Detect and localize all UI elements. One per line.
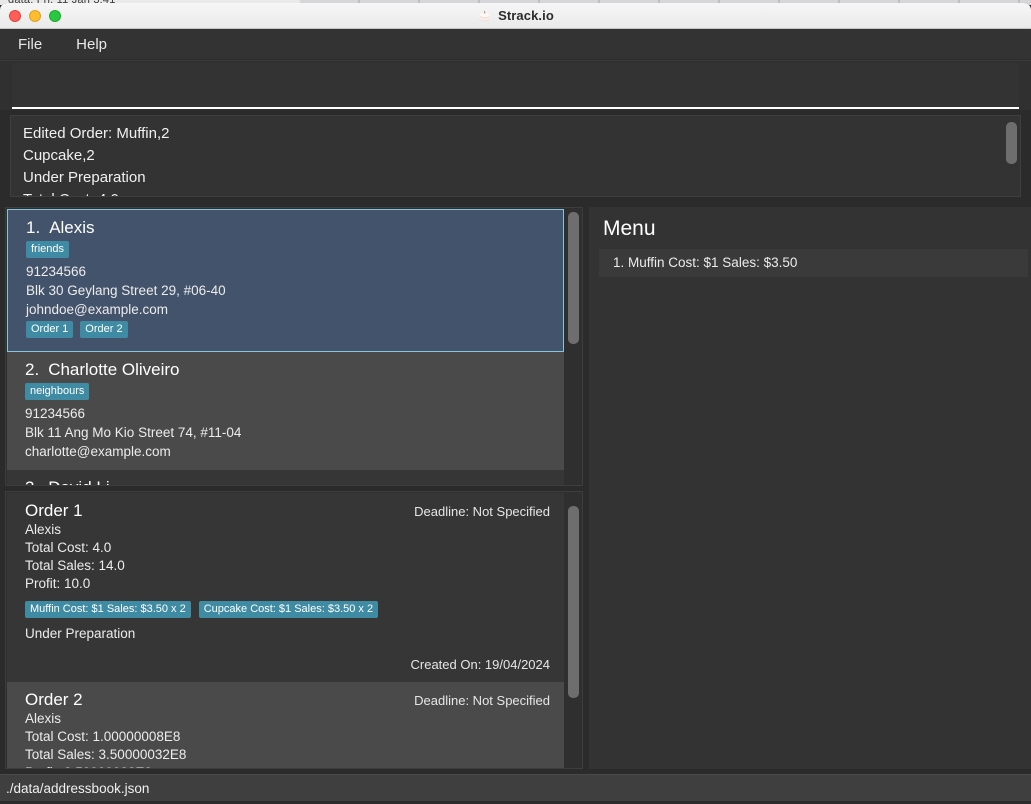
tag-chip[interactable]: friends xyxy=(26,241,70,258)
person-tags: friends xyxy=(26,241,551,258)
person-email: charlotte@example.com xyxy=(25,444,171,459)
minimize-button[interactable] xyxy=(29,9,41,22)
order-deadline: Deadline: Not Specified xyxy=(414,504,550,519)
result-display-text: Edited Order: Muffin,2 Cupcake,2 Under P… xyxy=(23,125,170,196)
order-total-cost: Total Cost: 1.00000008E8 xyxy=(25,729,181,744)
person-name-row: 3. David Li xyxy=(25,478,552,485)
order-status: Under Preparation xyxy=(25,626,136,641)
order-title: Order 1 xyxy=(25,501,83,520)
person-email: johndoe@example.com xyxy=(26,302,169,317)
order-customer: Alexis xyxy=(25,711,62,726)
result-scrollbar-thumb[interactable] xyxy=(1006,122,1017,164)
order-customer: Alexis xyxy=(25,522,62,537)
order-list-scrollbar-thumb[interactable] xyxy=(568,506,579,698)
title-bar-center: Strack.io xyxy=(0,3,1031,28)
window-controls xyxy=(9,9,61,22)
command-input[interactable] xyxy=(16,67,1015,83)
order-card[interactable]: Order 2 Deadline: Not Specified Alexis T… xyxy=(7,682,564,768)
order-card[interactable]: Order 1 Deadline: Not Specified Alexis T… xyxy=(7,493,564,682)
cake-icon xyxy=(477,8,492,23)
command-box-area xyxy=(0,60,1031,110)
order-title: Order 2 xyxy=(25,690,83,709)
menu-bar: File Help xyxy=(0,29,1031,60)
order-chip[interactable]: Order 1 xyxy=(26,321,74,338)
menu-list-item[interactable]: 1. Muffin Cost: $1 Sales: $3.50 xyxy=(599,249,1028,277)
order-list-panel: Order 1 Deadline: Not Specified Alexis T… xyxy=(5,491,583,769)
person-card[interactable]: 3. David Li family xyxy=(7,470,564,485)
order-chip[interactable]: Order 2 xyxy=(80,321,128,338)
maximize-button[interactable] xyxy=(49,9,61,22)
person-list: 1. Alexis friends 91234566 Blk 30 Geylan… xyxy=(7,209,564,485)
order-total-cost: Total Cost: 4.0 xyxy=(25,540,112,555)
person-name: David Li xyxy=(48,478,109,485)
person-card[interactable]: 2. Charlotte Oliveiro neighbours 9123456… xyxy=(7,352,564,470)
command-box[interactable] xyxy=(12,63,1019,109)
window-title: Strack.io xyxy=(498,8,554,23)
order-list: Order 1 Deadline: Not Specified Alexis T… xyxy=(7,493,564,768)
order-total-sales: Total Sales: 14.0 xyxy=(25,558,125,573)
main-content: 1. Alexis friends 91234566 Blk 30 Geylan… xyxy=(0,202,1031,774)
order-total-sales: Total Sales: 3.50000032E8 xyxy=(25,747,187,762)
person-address: Blk 11 Ang Mo Kio Street 74, #11-04 xyxy=(25,425,242,440)
person-address: Blk 30 Geylang Street 29, #06-40 xyxy=(26,283,226,298)
order-header: Order 2 Deadline: Not Specified xyxy=(25,690,550,710)
person-name: Charlotte Oliveiro xyxy=(48,360,180,379)
person-index: 2. xyxy=(25,360,40,379)
order-item-tags: Muffin Cost: $1 Sales: $3.50 x 2 Cupcake… xyxy=(25,601,550,618)
menu-panel-heading: Menu xyxy=(603,217,656,240)
person-phone: 91234566 xyxy=(25,406,86,421)
person-name-row: 2. Charlotte Oliveiro xyxy=(25,360,552,380)
menu-panel: Menu 1. Muffin Cost: $1 Sales: $3.50 xyxy=(589,207,1031,769)
order-item-chip[interactable]: Muffin Cost: $1 Sales: $3.50 x 2 xyxy=(25,601,191,618)
person-index: 1. xyxy=(26,218,41,237)
person-tags: neighbours xyxy=(25,383,552,400)
order-item-chip[interactable]: Cupcake Cost: $1 Sales: $3.50 x 2 xyxy=(198,601,379,618)
menu-item-help[interactable]: Help xyxy=(74,34,109,55)
status-bar: ./data/addressbook.json xyxy=(0,774,1031,801)
order-header: Order 1 Deadline: Not Specified xyxy=(25,501,550,521)
result-display-area: Edited Order: Muffin,2 Cupcake,2 Under P… xyxy=(0,110,1031,202)
person-card[interactable]: 1. Alexis friends 91234566 Blk 30 Geylan… xyxy=(7,209,564,352)
order-created-on: Created On: 19/04/2024 xyxy=(410,657,551,672)
person-phone: 91234566 xyxy=(26,264,87,279)
status-bar-path: ./data/addressbook.json xyxy=(6,780,150,796)
tag-chip[interactable]: neighbours xyxy=(25,383,90,400)
person-name-row: 1. Alexis xyxy=(26,218,551,238)
order-profit: Profit: 2.50000032E8 xyxy=(25,764,550,768)
menu-item-file[interactable]: File xyxy=(16,34,44,55)
app-window: Strack.io File Help Edited Order: Muffin… xyxy=(0,3,1031,804)
result-display-box: Edited Order: Muffin,2 Cupcake,2 Under P… xyxy=(10,115,1021,197)
person-order-tags: Order 1 Order 2 xyxy=(26,321,551,338)
order-profit: Profit: 10.0 xyxy=(25,576,91,591)
person-name: Alexis xyxy=(49,218,95,237)
person-index: 3. xyxy=(25,478,39,485)
left-column: 1. Alexis friends 91234566 Blk 30 Geylan… xyxy=(0,202,588,774)
person-list-panel: 1. Alexis friends 91234566 Blk 30 Geylan… xyxy=(5,207,583,486)
close-button[interactable] xyxy=(9,9,21,22)
title-bar: Strack.io xyxy=(0,3,1031,29)
person-list-scrollbar-thumb[interactable] xyxy=(568,212,579,344)
order-deadline: Deadline: Not Specified xyxy=(414,693,550,708)
